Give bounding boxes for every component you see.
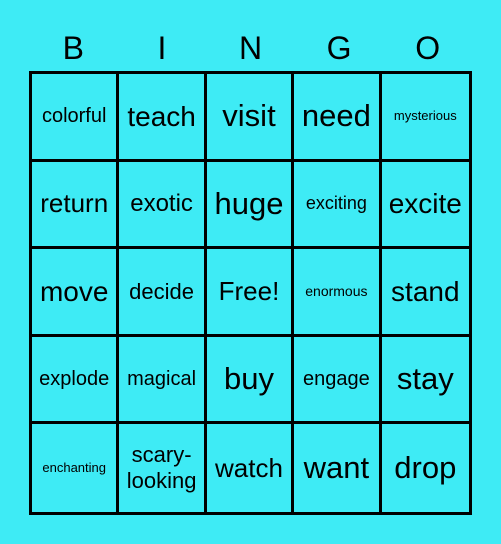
bingo-cell[interactable]: engage xyxy=(294,336,382,425)
bingo-cell[interactable]: drop xyxy=(382,424,469,512)
bingo-cell[interactable]: return xyxy=(32,161,120,250)
bingo-cell[interactable]: colorful xyxy=(32,74,120,162)
bingo-cell[interactable]: watch xyxy=(207,424,295,512)
bingo-cell[interactable]: want xyxy=(294,424,382,512)
bingo-cell[interactable]: excite xyxy=(381,162,469,250)
header-letter-b: B xyxy=(62,30,84,66)
bingo-cell[interactable]: enchanting xyxy=(32,424,120,512)
bingo-cell[interactable]: stay xyxy=(381,337,469,425)
header-letter-o: O xyxy=(415,30,441,66)
header-letter-n: N xyxy=(238,30,263,66)
bingo-cell[interactable]: teach xyxy=(119,74,207,162)
bingo-header: B I N G O xyxy=(29,28,472,68)
header-letter-g: G xyxy=(326,30,352,66)
bingo-cell[interactable]: visit xyxy=(206,74,295,162)
bingo-cell[interactable]: exciting xyxy=(294,161,382,250)
bingo-cell[interactable]: decide xyxy=(119,249,207,337)
bingo-cell[interactable]: move xyxy=(32,249,120,337)
bingo-cell[interactable]: buy xyxy=(206,336,295,425)
bingo-cell[interactable]: mysterious xyxy=(381,74,469,162)
bingo-cell[interactable]: scary-looking xyxy=(119,424,207,512)
bingo-cell[interactable]: enormous xyxy=(294,249,382,337)
header-letter-i: I xyxy=(157,30,167,66)
cell-text-line: scary- xyxy=(131,441,192,467)
bingo-board: colorful teach visit need mysterious ret… xyxy=(29,71,472,515)
bingo-cell[interactable]: explode xyxy=(32,336,120,425)
bingo-cell[interactable]: stand xyxy=(381,249,469,337)
cell-text-line: looking xyxy=(126,468,197,494)
bingo-cell[interactable]: magical xyxy=(119,336,207,425)
bingo-cell[interactable]: need xyxy=(294,74,382,162)
bingo-cell[interactable]: huge xyxy=(206,161,295,250)
free-space[interactable]: Free! xyxy=(206,249,295,337)
bingo-cell[interactable]: exotic xyxy=(119,161,207,250)
